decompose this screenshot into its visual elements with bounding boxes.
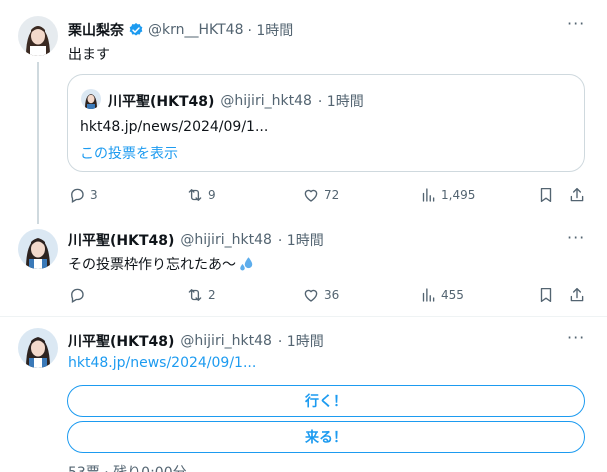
share-button[interactable] (568, 286, 586, 304)
quote-time: · 1時間 (317, 94, 364, 110)
share-icon (570, 187, 584, 202)
views-count: 1,495 (441, 188, 476, 202)
reply-button[interactable]: 3 (68, 186, 98, 204)
author-handle[interactable]: @krn__HKT48 (148, 22, 243, 38)
repost-icon (188, 289, 202, 301)
avatar-hijiri[interactable] (18, 328, 58, 368)
quote-link-text: hkt48.jp/news/2024/09/1... (80, 119, 269, 135)
like-button[interactable]: 36 (302, 286, 339, 304)
bookmark-icon (540, 187, 552, 203)
avatar-krn[interactable] (18, 16, 58, 56)
avatar-hijiri[interactable] (18, 229, 58, 269)
repost-icon (188, 189, 202, 201)
poll-footer: 53票 · 残り0:00分 (68, 462, 187, 472)
thread-line (37, 62, 39, 224)
repost-button[interactable]: 2 (186, 286, 216, 304)
tweet-time[interactable]: · 1時間 (278, 230, 324, 250)
show-poll-link[interactable]: この投票を表示 (80, 143, 178, 163)
author-handle[interactable]: @hijiri_hkt48 (180, 232, 271, 248)
like-icon (304, 289, 318, 302)
views-button[interactable]: 455 (419, 286, 464, 304)
views-icon (422, 188, 435, 202)
tweet-link[interactable]: hkt48.jp/news/2024/09/1... (68, 355, 256, 371)
like-count: 36 (324, 288, 340, 302)
tweet-time[interactable]: · 1時間 (247, 20, 293, 40)
poll-option-1[interactable]: 行く！ (67, 385, 585, 417)
quote-author-name: 川平聖(HKT48) (108, 94, 215, 110)
tweet-divider (0, 316, 607, 317)
quote-avatar (81, 89, 101, 109)
tweet-time[interactable]: · 1時間 (278, 331, 324, 351)
bookmark-button[interactable] (537, 286, 555, 304)
views-button[interactable]: 1,495 (419, 186, 475, 204)
more-icon[interactable]: ··· (567, 228, 585, 247)
author-name[interactable]: 川平聖(HKT48) (68, 230, 174, 250)
author-name[interactable]: 栗山梨奈 (68, 20, 124, 40)
author-name[interactable]: 川平聖(HKT48) (68, 331, 174, 351)
bookmark-button[interactable] (537, 186, 555, 204)
repost-count: 2 (208, 288, 216, 302)
quote-author-handle: @hijiri_hkt48 (220, 93, 312, 109)
more-icon[interactable]: ··· (567, 328, 585, 347)
bookmark-icon (540, 287, 552, 303)
reply-icon (71, 288, 84, 303)
views-icon (422, 288, 435, 302)
like-button[interactable]: 72 (302, 186, 339, 204)
repost-button[interactable]: 9 (186, 186, 216, 204)
reply-icon (71, 188, 84, 203)
share-button[interactable] (568, 186, 586, 204)
repost-count: 9 (208, 188, 216, 202)
poll-option-2[interactable]: 来る！ (67, 421, 585, 453)
views-count: 455 (441, 288, 464, 302)
sweat-emoji (240, 257, 253, 271)
like-icon (304, 189, 318, 202)
tweet-text: その投票枠作り忘れたあ〜 (68, 257, 236, 273)
tweet-text: 出ます (68, 47, 110, 63)
reply-button[interactable] (68, 286, 90, 304)
reply-count: 3 (90, 188, 98, 202)
like-count: 72 (324, 188, 340, 202)
share-icon (570, 287, 584, 302)
verified-icon (129, 23, 143, 36)
more-icon[interactable]: ··· (567, 14, 585, 33)
author-handle[interactable]: @hijiri_hkt48 (180, 333, 271, 349)
quote-card[interactable]: 川平聖(HKT48) @hijiri_hkt48 · 1時間 hkt48.jp/… (67, 74, 585, 172)
